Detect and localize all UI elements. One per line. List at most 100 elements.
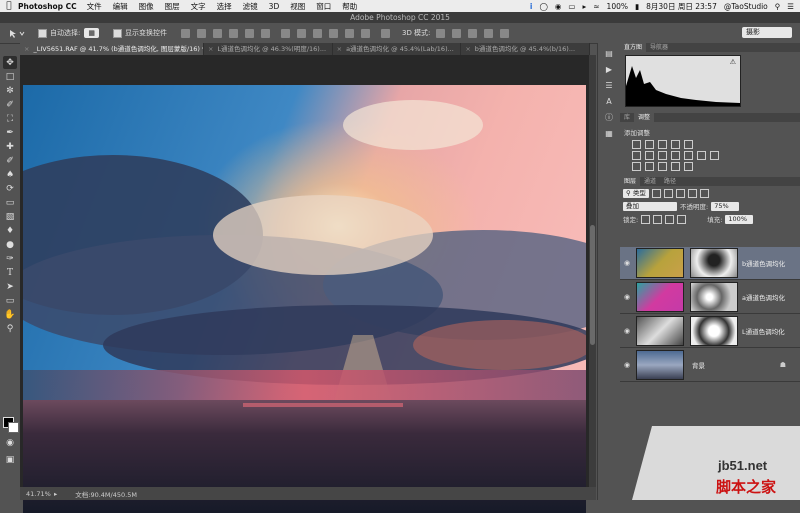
threshold-icon[interactable] <box>658 162 667 171</box>
slide-3d-icon[interactable] <box>484 28 494 38</box>
play-actions-icon[interactable]: ▶ <box>604 65 614 75</box>
menu-layer[interactable]: 图层 <box>165 1 180 12</box>
menu-help[interactable]: 帮助 <box>342 1 357 12</box>
info-icon[interactable]: i <box>530 2 533 11</box>
black-white-icon[interactable] <box>671 151 680 160</box>
quick-mask-icon[interactable]: ◉ <box>3 436 17 449</box>
opacity-field[interactable]: 75% <box>711 201 740 211</box>
color-lookup-icon[interactable] <box>710 151 719 160</box>
layer-row[interactable]: ◉ a通道色调均化 <box>620 281 800 314</box>
layer-row[interactable]: ◉ b通道色调均化 <box>620 247 800 280</box>
notification-center-icon[interactable]: ☰ <box>787 2 794 11</box>
app-menu[interactable]: Photoshop CC <box>18 2 77 11</box>
history-brush-tool-icon[interactable]: ⟳ <box>3 182 17 195</box>
show-transform-checkbox[interactable] <box>112 28 122 38</box>
tab-paths[interactable]: 路径 <box>660 177 680 186</box>
screen-mode-icon[interactable]: ▣ <box>3 453 17 466</box>
filter-adjust-icon[interactable] <box>663 189 673 198</box>
lasso-tool-icon[interactable]: ✼ <box>3 84 17 97</box>
roll-3d-icon[interactable] <box>452 28 462 38</box>
history-panel-icon[interactable]: ▤ <box>604 49 614 59</box>
tab-histogram[interactable]: 直方图 <box>620 43 647 52</box>
auto-select-target-dropdown[interactable]: ▦ <box>84 28 99 38</box>
filter-type-icon[interactable] <box>675 189 685 198</box>
exposure-icon[interactable] <box>671 140 680 149</box>
filter-shape-icon[interactable] <box>687 189 697 198</box>
align-hcenter-icon[interactable] <box>244 28 254 38</box>
pan-3d-icon[interactable] <box>468 28 478 38</box>
auto-align-icon[interactable] <box>380 28 390 38</box>
filter-pixel-icon[interactable] <box>651 189 661 198</box>
layer-row[interactable]: ◉ 背景 ☗ <box>620 349 800 382</box>
canvas-vertical-scrollbar[interactable] <box>589 55 596 487</box>
creative-cloud-icon[interactable]: ◉ <box>555 2 562 11</box>
blur-tool-icon[interactable]: ♦ <box>3 224 17 237</box>
layer-mask-thumbnail[interactable] <box>690 248 738 278</box>
align-left-icon[interactable] <box>228 28 238 38</box>
warning-icon[interactable]: ⚠ <box>730 58 736 66</box>
clone-stamp-tool-icon[interactable]: ♠ <box>3 168 17 181</box>
distribute-top-icon[interactable] <box>280 28 290 38</box>
layer-row[interactable]: ◉ L通道色调均化 <box>620 315 800 348</box>
info-panel-icon[interactable]: ⓘ <box>604 113 614 123</box>
photo-filter-icon[interactable] <box>684 151 693 160</box>
eye-icon[interactable]: ◉ <box>620 327 634 335</box>
path-select-tool-icon[interactable]: ➤ <box>3 280 17 293</box>
layer-mask-thumbnail[interactable] <box>690 282 738 312</box>
menu-filter[interactable]: 滤镜 <box>243 1 258 12</box>
doc-tab[interactable]: × a通道色调均化 @ 45.4%(Lab/16)... <box>333 43 462 55</box>
align-top-icon[interactable] <box>180 28 190 38</box>
distribute-bottom-icon[interactable] <box>312 28 322 38</box>
user-name[interactable]: @TaoStudio <box>724 2 768 11</box>
clock-text[interactable]: 8月30日 周日 23:57 <box>646 1 717 12</box>
volume-icon[interactable]: ▸ <box>582 2 586 11</box>
brightness-icon[interactable] <box>632 140 641 149</box>
tab-adjustments[interactable]: 调整 <box>634 113 655 122</box>
layer-name[interactable]: b通道色调均化 <box>742 258 785 268</box>
distribute-left-icon[interactable] <box>328 28 338 38</box>
align-right-icon[interactable] <box>260 28 270 38</box>
wifi-icon[interactable]: ≈ <box>593 2 599 11</box>
layer-mask-thumbnail[interactable] <box>690 316 738 346</box>
menu-image[interactable]: 图像 <box>139 1 154 12</box>
healing-brush-tool-icon[interactable]: ✚ <box>3 140 17 153</box>
crop-tool-icon[interactable]: ⛶ <box>3 112 17 125</box>
close-icon[interactable]: × <box>465 45 470 53</box>
align-vcenter-icon[interactable] <box>196 28 206 38</box>
canvas-area[interactable] <box>20 55 589 513</box>
lock-all-icon[interactable] <box>677 214 687 224</box>
menu-file[interactable]: 文件 <box>87 1 102 12</box>
zoom-level[interactable]: 41.71% <box>26 490 54 498</box>
fill-field[interactable]: 100% <box>725 214 754 224</box>
menu-edit[interactable]: 编辑 <box>113 1 128 12</box>
levels-icon[interactable] <box>645 140 654 149</box>
menu-view[interactable]: 视图 <box>290 1 305 12</box>
type-tool-icon[interactable]: T <box>3 266 17 279</box>
lock-pixels-icon[interactable] <box>641 214 651 224</box>
eraser-tool-icon[interactable]: ▭ <box>3 196 17 209</box>
layer-thumbnail[interactable] <box>636 316 684 346</box>
eyedropper-tool-icon[interactable]: ✒ <box>3 126 17 139</box>
gradient-map-icon[interactable] <box>671 162 680 171</box>
layer-thumbnail[interactable] <box>636 282 684 312</box>
auto-select-checkbox[interactable] <box>38 28 47 38</box>
pen-tool-icon[interactable]: ✑ <box>3 252 17 265</box>
invert-icon[interactable] <box>632 162 641 171</box>
orbit-3d-icon[interactable] <box>436 28 446 38</box>
zoom-tool-icon[interactable]: ⚲ <box>3 322 17 335</box>
hue-saturation-icon[interactable] <box>645 151 654 160</box>
battery-icon[interactable]: ▮ <box>635 2 639 11</box>
distribute-vcenter-icon[interactable] <box>296 28 306 38</box>
menu-type[interactable]: 文字 <box>191 1 206 12</box>
layer-name[interactable]: L通道色调均化 <box>742 326 785 336</box>
lock-position-icon[interactable] <box>653 214 663 224</box>
layer-filter-dropdown[interactable]: ⚲ 类型 <box>623 189 649 198</box>
selective-color-icon[interactable] <box>684 162 693 171</box>
color-balance-icon[interactable] <box>658 151 667 160</box>
close-icon[interactable]: × <box>337 45 342 53</box>
eye-icon[interactable]: ◉ <box>620 293 634 301</box>
document-image[interactable] <box>23 85 586 513</box>
status-arrow-icon[interactable]: ▸ <box>54 490 57 498</box>
brush-tool-icon[interactable]: ✐ <box>3 154 17 167</box>
layer-thumbnail[interactable] <box>636 248 684 278</box>
